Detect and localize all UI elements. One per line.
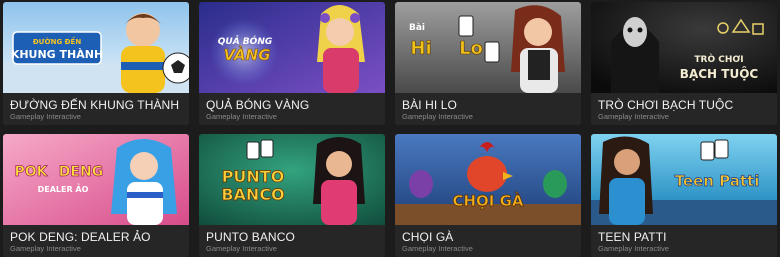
- game-card-choi-ga[interactable]: CHỌI GÀ CHỌI GÀ Gameplay Interactive: [395, 134, 581, 257]
- game-caption: TEEN PATTI Gameplay Interactive: [591, 225, 777, 257]
- game-provider: Gameplay Interactive: [598, 244, 669, 253]
- game-title[interactable]: CHỌI GÀ: [402, 230, 577, 244]
- game-thumbnail[interactable]: QUẢ BÓNG VÀNG: [199, 2, 385, 93]
- game-title[interactable]: POK DENG: DEALER ẢO: [10, 230, 185, 244]
- logo-line-1: CHỌI GÀ: [452, 191, 523, 210]
- game-title[interactable]: PUNTO BANCO: [206, 230, 381, 244]
- game-title[interactable]: ĐƯỜNG ĐẾN KHUNG THÀNH: [10, 98, 185, 112]
- game-caption: TRÒ CHƠI BẠCH TUỘC Gameplay Interactive: [591, 93, 777, 125]
- game-thumbnail[interactable]: Bài Hi Lo: [395, 2, 581, 93]
- game-thumbnail[interactable]: Teen Patti: [591, 134, 777, 225]
- game-card-duong-den-khung-thanh[interactable]: ĐƯỜNG ĐẾN KHUNG THÀNH ĐƯỜNG ĐẾN KHUNG TH…: [3, 2, 189, 125]
- logo-line-2: BẠCH TUỘC: [680, 66, 759, 81]
- game-thumbnail[interactable]: PUNTO BANCO: [199, 134, 385, 225]
- game-provider: Gameplay Interactive: [402, 244, 473, 253]
- game-title[interactable]: TEEN PATTI: [598, 230, 773, 244]
- logo-line-2: Hi: [410, 38, 431, 59]
- game-caption: CHỌI GÀ Gameplay Interactive: [395, 225, 581, 257]
- game-thumbnail[interactable]: POK DENG DEALER ẢO: [3, 134, 189, 225]
- logo-line-2: KHUNG THÀNH: [11, 48, 103, 61]
- logo-line-2: DENG: [59, 164, 103, 180]
- game-title[interactable]: TRÒ CHƠI BẠCH TUỘC: [598, 98, 773, 112]
- game-card-bai-hi-lo[interactable]: Bài Hi Lo BÀI HI LO Gameplay Interactive: [395, 2, 581, 125]
- game-provider: Gameplay Interactive: [10, 112, 81, 121]
- game-card-qua-bong-vang[interactable]: QUẢ BÓNG VÀNG QUẢ BÓNG VÀNG Gameplay Int…: [199, 2, 385, 125]
- game-caption: PUNTO BANCO Gameplay Interactive: [199, 225, 385, 257]
- game-caption: POK DENG: DEALER ẢO Gameplay Interactive: [3, 225, 189, 257]
- game-provider: Gameplay Interactive: [10, 244, 81, 253]
- game-card-punto-banco[interactable]: PUNTO BANCO PUNTO BANCO Gameplay Interac…: [199, 134, 385, 257]
- game-provider: Gameplay Interactive: [402, 112, 473, 121]
- game-thumbnail[interactable]: CHỌI GÀ: [395, 134, 581, 225]
- game-thumbnail[interactable]: TRÒ CHƠI BẠCH TUỘC: [591, 2, 777, 93]
- game-title[interactable]: BÀI HI LO: [402, 98, 577, 112]
- game-caption: ĐƯỜNG ĐẾN KHUNG THÀNH Gameplay Interacti…: [3, 93, 189, 125]
- game-caption: BÀI HI LO Gameplay Interactive: [395, 93, 581, 125]
- logo-line-2: VÀNG: [223, 45, 270, 64]
- game-provider: Gameplay Interactive: [598, 112, 669, 121]
- game-provider: Gameplay Interactive: [206, 244, 277, 253]
- logo-line-1: Bài: [409, 23, 425, 33]
- game-card-teen-patti[interactable]: Teen Patti TEEN PATTI Gameplay Interacti…: [591, 134, 777, 257]
- game-grid: ĐƯỜNG ĐẾN KHUNG THÀNH ĐƯỜNG ĐẾN KHUNG TH…: [0, 0, 780, 257]
- logo-line-1: TRÒ CHƠI: [694, 53, 743, 65]
- game-thumbnail[interactable]: ĐƯỜNG ĐẾN KHUNG THÀNH: [3, 2, 189, 93]
- game-title[interactable]: QUẢ BÓNG VÀNG: [206, 98, 381, 112]
- logo-line-1: ĐƯỜNG ĐẾN: [33, 36, 82, 46]
- logo-line-2: BANCO: [221, 185, 284, 204]
- logo-line-3: DEALER ẢO: [38, 183, 89, 194]
- logo-line-1: PUNTO: [222, 167, 285, 186]
- logo-line-3: Lo: [459, 38, 483, 59]
- game-card-pok-deng-dealer-ao[interactable]: POK DENG DEALER ẢO POK DENG: DEALER ẢO G…: [3, 134, 189, 257]
- logo-line-1: POK: [14, 164, 48, 180]
- logo-line-1: Teen Patti: [675, 172, 760, 190]
- game-provider: Gameplay Interactive: [206, 112, 277, 121]
- game-caption: QUẢ BÓNG VÀNG Gameplay Interactive: [199, 93, 385, 125]
- game-card-tro-choi-bach-tuoc[interactable]: TRÒ CHƠI BẠCH TUỘC TRÒ CHƠI BẠCH TUỘC Ga…: [591, 2, 777, 125]
